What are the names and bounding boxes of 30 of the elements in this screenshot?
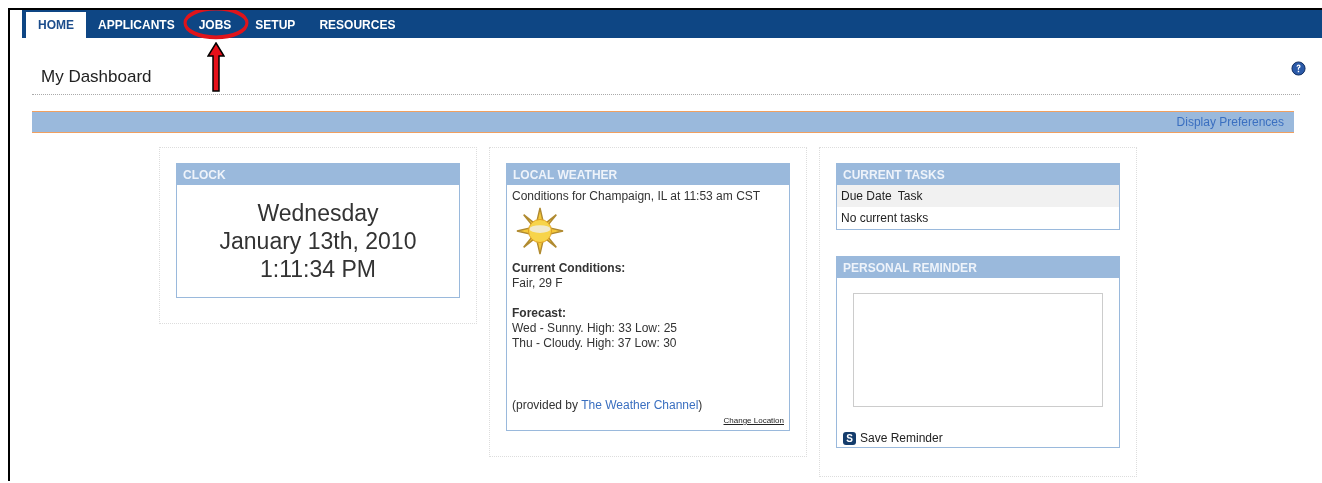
- current-conditions: Fair, 29 F: [512, 276, 563, 291]
- provider-text: (provided by The Weather Channel): [512, 398, 703, 413]
- change-location-link[interactable]: Change Location: [723, 413, 784, 428]
- page-title: My Dashboard: [41, 67, 152, 87]
- nav-tab[interactable]: RESOURCES: [307, 12, 408, 38]
- nav-tab[interactable]: HOME: [26, 12, 86, 38]
- help-icon[interactable]: [1291, 61, 1306, 76]
- pointer-arrow: [206, 42, 225, 92]
- clock-time: 1:11:34 PM: [260, 255, 376, 283]
- forecast-line: Thu - Cloudy. High: 37 Low: 30: [512, 336, 677, 351]
- column-header: Due Date: [841, 188, 892, 205]
- nav-tab[interactable]: SETUP: [243, 12, 308, 38]
- empty-tasks-message: No current tasks: [841, 211, 929, 225]
- sun-icon: [515, 207, 565, 255]
- column-header: Task: [897, 188, 923, 205]
- save-icon: S: [843, 431, 856, 445]
- current-conditions-label: Current Conditions:: [512, 261, 626, 276]
- save-reminder-link[interactable]: Save Reminder: [860, 431, 943, 445]
- clock-date: January 13th, 2010: [219, 227, 417, 255]
- provider-link[interactable]: The Weather Channel: [581, 398, 699, 412]
- widget-header: PERSONAL REMINDER: [837, 257, 1119, 278]
- forecast-label: Forecast:: [512, 306, 567, 321]
- conditions-heading: Conditions for Champaign, IL at 11:53 am CST: [512, 189, 761, 204]
- nav-tab[interactable]: APPLICANTS: [86, 12, 187, 38]
- forecast-line: Wed - Sunny. High: 33 Low: 25: [512, 321, 677, 336]
- clock-day: Wednesday: [257, 199, 379, 227]
- widget-header: CLOCK: [177, 164, 459, 185]
- widget-header: LOCAL WEATHER: [507, 164, 789, 185]
- reminder-field[interactable]: [853, 293, 1103, 407]
- widget-header: CURRENT TASKS: [837, 164, 1119, 185]
